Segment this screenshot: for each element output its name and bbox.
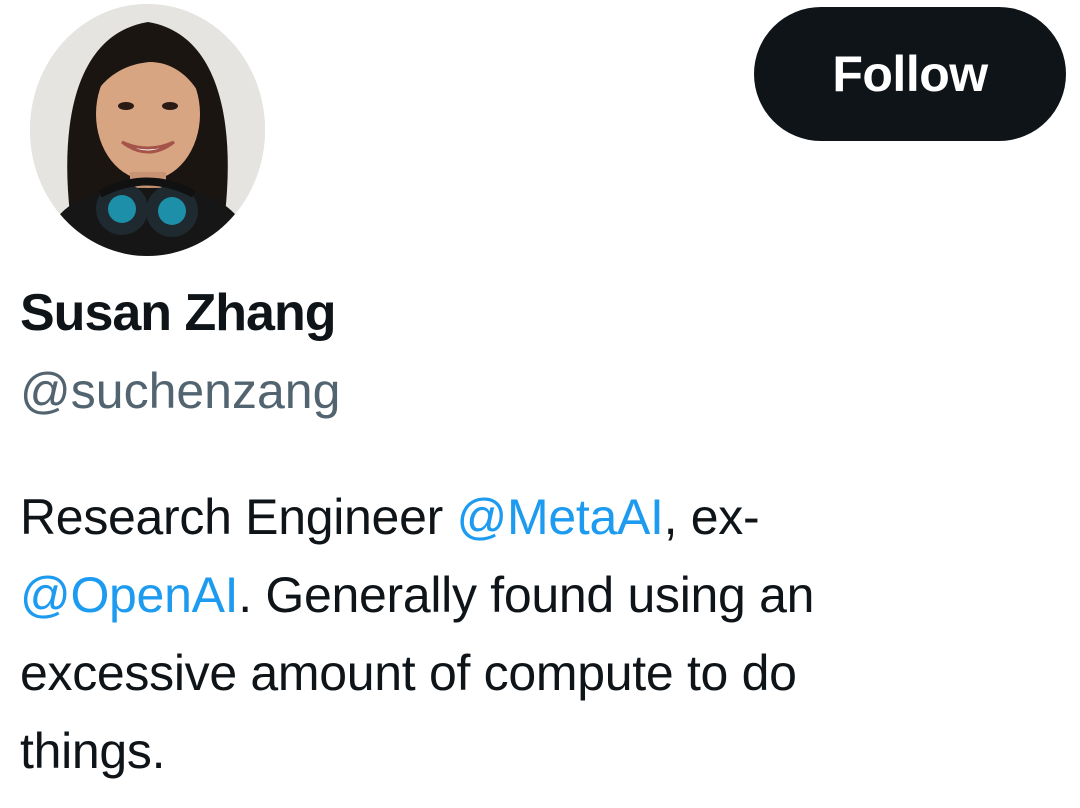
display-name: Susan Zhang — [20, 284, 336, 342]
bio-line-1: Research Engineer @MetaAI, ex- — [20, 478, 980, 556]
bio-line-4: things. — [20, 723, 166, 779]
bio-text: . Generally found using an — [238, 567, 815, 623]
profile-bio: Research Engineer @MetaAI, ex- @OpenAI. … — [20, 478, 980, 790]
bio-text: Research Engineer — [20, 489, 457, 545]
avatar[interactable] — [30, 4, 265, 256]
bio-text: , ex- — [663, 489, 760, 545]
mention-link-metaai[interactable]: @MetaAI — [457, 489, 664, 545]
avatar-photo — [30, 4, 265, 256]
bio-line-3: excessive amount of compute to do — [20, 645, 797, 701]
follow-button[interactable]: Follow — [754, 7, 1066, 141]
mention-link-openai[interactable]: @OpenAI — [20, 567, 239, 623]
bio-line-2: @OpenAI. Generally found using an — [20, 556, 980, 634]
user-handle: @suchenzang — [20, 363, 341, 419]
